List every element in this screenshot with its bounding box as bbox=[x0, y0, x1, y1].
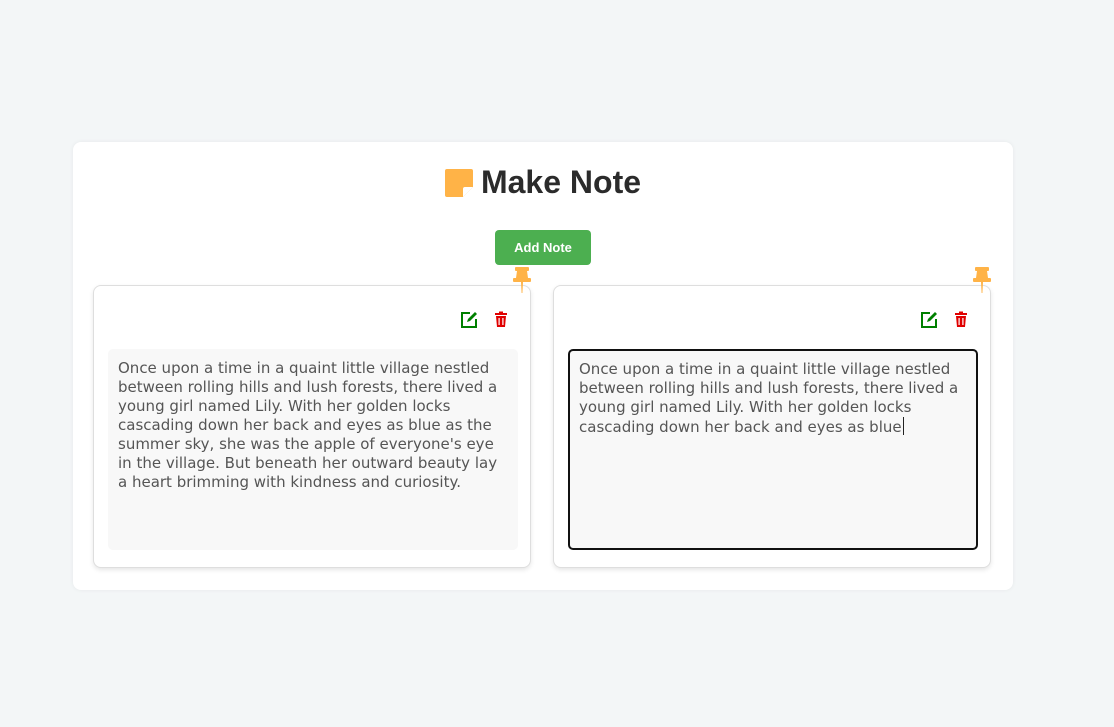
sticky-note-icon bbox=[444, 168, 473, 197]
page-title: Make Note bbox=[480, 164, 642, 200]
pushpin-icon bbox=[512, 267, 532, 293]
edit-icon[interactable] bbox=[460, 311, 478, 329]
notes-app-card: Make Note Add Note Once upon a time in a… bbox=[73, 142, 1013, 590]
note-card: Once upon a time in a quaint little vill… bbox=[93, 267, 531, 568]
edit-icon[interactable] bbox=[920, 311, 938, 329]
note-text: Once upon a time in a quaint little vill… bbox=[579, 360, 964, 436]
add-note-button[interactable]: Add Note bbox=[495, 230, 591, 265]
text-caret bbox=[902, 417, 904, 435]
pushpin-icon bbox=[972, 267, 992, 293]
note-toolbar bbox=[920, 311, 970, 329]
note-toolbar bbox=[460, 311, 510, 329]
note-text[interactable]: Once upon a time in a quaint little vill… bbox=[108, 349, 518, 550]
app-header: Make Note bbox=[73, 164, 1013, 201]
trash-icon[interactable] bbox=[492, 311, 510, 329]
note-textarea-focused[interactable]: Once upon a time in a quaint little vill… bbox=[568, 349, 978, 550]
note-card: Once upon a time in a quaint little vill… bbox=[553, 267, 991, 568]
trash-icon[interactable] bbox=[952, 311, 970, 329]
